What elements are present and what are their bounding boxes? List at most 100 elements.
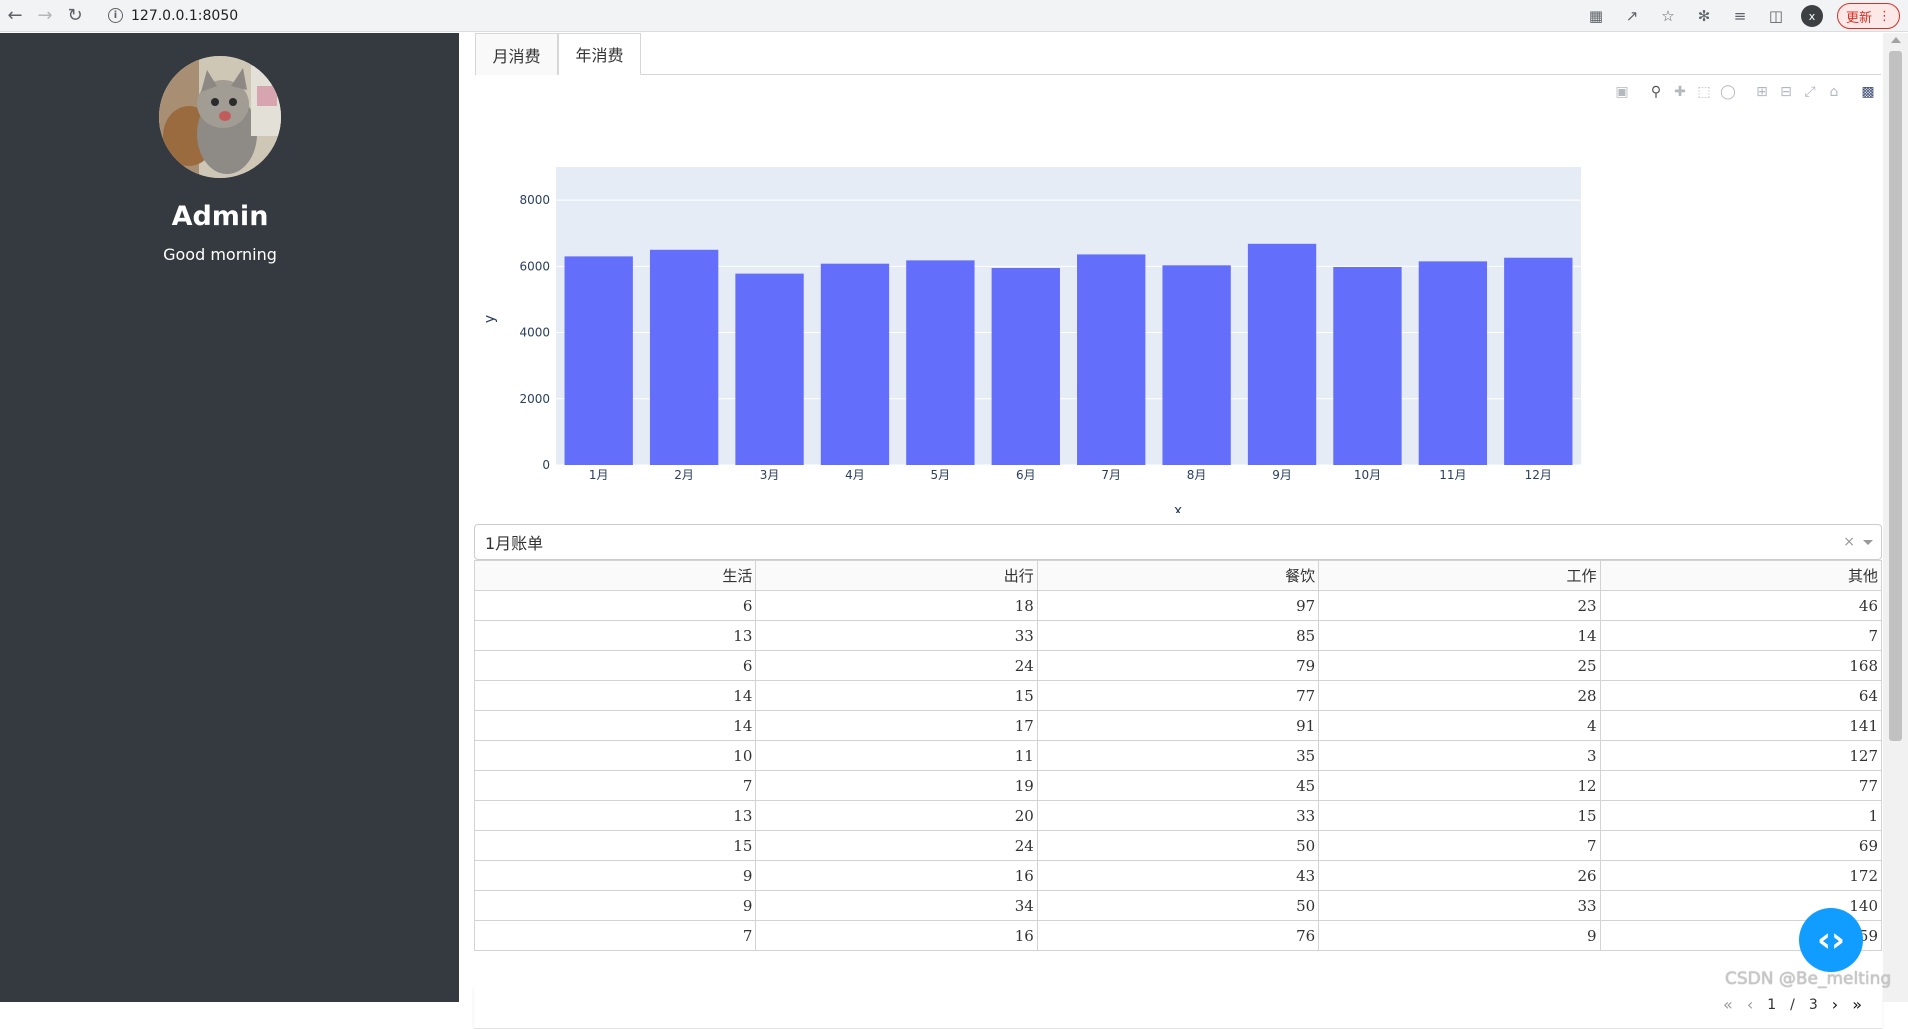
table-cell[interactable]: 7 (1318, 830, 1601, 861)
table-cell[interactable]: 28 (1318, 680, 1601, 711)
address-bar[interactable]: i 127.0.0.1:8050 (98, 3, 248, 29)
table-cell[interactable]: 14 (473, 710, 757, 741)
table-cell[interactable]: 24 (755, 830, 1038, 861)
tab-yearly[interactable]: 年消费 (558, 33, 641, 75)
table-cell[interactable]: 14 (473, 680, 757, 711)
last-page-icon[interactable]: » (1852, 995, 1862, 1014)
column-header[interactable]: 其他 (1599, 560, 1883, 591)
side-panel-icon[interactable]: ◫ (1765, 5, 1787, 27)
bar[interactable] (735, 273, 804, 465)
bar[interactable] (1333, 266, 1402, 465)
table-cell[interactable]: 7 (473, 770, 757, 801)
table-cell[interactable]: 15 (473, 830, 757, 861)
current-page[interactable]: 1 (1767, 997, 1776, 1013)
table-cell[interactable]: 19 (755, 770, 1038, 801)
extensions-icon[interactable]: ✻ (1693, 5, 1715, 27)
table-cell[interactable]: 76 (1036, 920, 1320, 951)
table-cell[interactable]: 15 (1318, 800, 1601, 831)
table-cell[interactable]: 33 (1318, 890, 1601, 921)
table-cell[interactable]: 168 (1599, 650, 1883, 681)
column-header[interactable]: 工作 (1318, 560, 1601, 591)
bar[interactable] (991, 267, 1060, 465)
tab-monthly[interactable]: 月消费 (475, 33, 558, 75)
table-cell[interactable]: 7 (1599, 620, 1883, 651)
scroll-up-icon[interactable] (1891, 37, 1901, 43)
page-scrollbar[interactable] (1883, 33, 1908, 1002)
update-button[interactable]: 更新 ⋮ (1836, 3, 1900, 29)
table-cell[interactable]: 35 (1036, 740, 1320, 771)
site-info-icon[interactable]: i (108, 8, 123, 23)
table-cell[interactable]: 45 (1036, 770, 1320, 801)
table-cell[interactable]: 9 (473, 860, 757, 891)
profile-avatar[interactable]: x (1800, 5, 1823, 27)
reload-icon[interactable]: ↻ (60, 2, 90, 30)
table-cell[interactable]: 77 (1036, 680, 1320, 711)
month-bill-select[interactable]: 1月账单 × (474, 524, 1882, 560)
table-cell[interactable]: 13 (473, 800, 757, 831)
table-cell[interactable]: 11 (755, 740, 1038, 771)
first-page-icon[interactable]: « (1723, 995, 1733, 1014)
bar[interactable] (1504, 257, 1573, 465)
table-cell[interactable]: 127 (1599, 740, 1883, 771)
table-cell[interactable]: 50 (1036, 890, 1320, 921)
bookmark-star-icon[interactable]: ☆ (1657, 5, 1679, 27)
table-cell[interactable]: 1 (1599, 800, 1883, 831)
dash-debug-button[interactable]: ‹› (1799, 908, 1863, 972)
table-cell[interactable]: 97 (1036, 590, 1320, 621)
column-header[interactable]: 生活 (473, 560, 757, 591)
table-cell[interactable]: 34 (755, 890, 1038, 921)
table-cell[interactable]: 13 (473, 620, 757, 651)
clear-icon[interactable]: × (1843, 534, 1855, 550)
table-cell[interactable]: 172 (1599, 860, 1883, 891)
bar[interactable] (906, 260, 975, 465)
share-icon[interactable]: ↗ (1621, 5, 1643, 27)
table-cell[interactable]: 15 (755, 680, 1038, 711)
table-cell[interactable]: 6 (473, 590, 757, 621)
table-cell[interactable]: 33 (755, 620, 1038, 651)
table-cell[interactable]: 18 (755, 590, 1038, 621)
bar[interactable] (649, 249, 719, 465)
table-cell[interactable]: 25 (1318, 650, 1601, 681)
table-cell[interactable]: 141 (1599, 710, 1883, 741)
table-cell[interactable]: 69 (1599, 830, 1883, 861)
table-cell[interactable]: 91 (1036, 710, 1320, 741)
table-cell[interactable]: 9 (1318, 920, 1601, 951)
table-cell[interactable]: 46 (1599, 590, 1883, 621)
table-cell[interactable]: 33 (1036, 800, 1320, 831)
table-cell[interactable]: 64 (1599, 680, 1883, 711)
bar[interactable] (1418, 261, 1488, 465)
table-cell[interactable]: 16 (755, 920, 1038, 951)
reading-list-icon[interactable]: ≡ (1729, 5, 1751, 27)
table-cell[interactable]: 20 (755, 800, 1038, 831)
table-cell[interactable]: 17 (755, 710, 1038, 741)
bar[interactable] (1162, 265, 1231, 465)
back-icon[interactable]: ← (0, 2, 30, 30)
table-cell[interactable]: 12 (1318, 770, 1601, 801)
bar[interactable] (1077, 254, 1146, 465)
table-cell[interactable]: 10 (473, 740, 757, 771)
table-cell[interactable]: 3 (1318, 740, 1601, 771)
translate-icon[interactable]: ▦ (1585, 5, 1607, 27)
scroll-thumb[interactable] (1889, 51, 1902, 741)
next-page-icon[interactable]: › (1832, 995, 1838, 1014)
forward-icon[interactable]: → (30, 2, 60, 30)
table-cell[interactable]: 14 (1318, 620, 1601, 651)
table-cell[interactable]: 50 (1036, 830, 1320, 861)
table-cell[interactable]: 23 (1318, 590, 1601, 621)
bar[interactable] (820, 263, 890, 465)
table-cell[interactable]: 7 (473, 920, 757, 951)
chevron-down-icon[interactable] (1863, 540, 1873, 545)
table-cell[interactable]: 43 (1036, 860, 1320, 891)
bar[interactable] (1247, 243, 1317, 465)
table-cell[interactable]: 4 (1318, 710, 1601, 741)
bar[interactable] (564, 256, 633, 465)
table-cell[interactable]: 9 (473, 890, 757, 921)
table-cell[interactable]: 16 (755, 860, 1038, 891)
column-header[interactable]: 餐饮 (1036, 560, 1320, 591)
table-cell[interactable]: 85 (1036, 620, 1320, 651)
column-header[interactable]: 出行 (755, 560, 1038, 591)
table-cell[interactable]: 26 (1318, 860, 1601, 891)
table-cell[interactable]: 6 (473, 650, 757, 681)
table-cell[interactable]: 77 (1599, 770, 1883, 801)
table-cell[interactable]: 24 (755, 650, 1038, 681)
